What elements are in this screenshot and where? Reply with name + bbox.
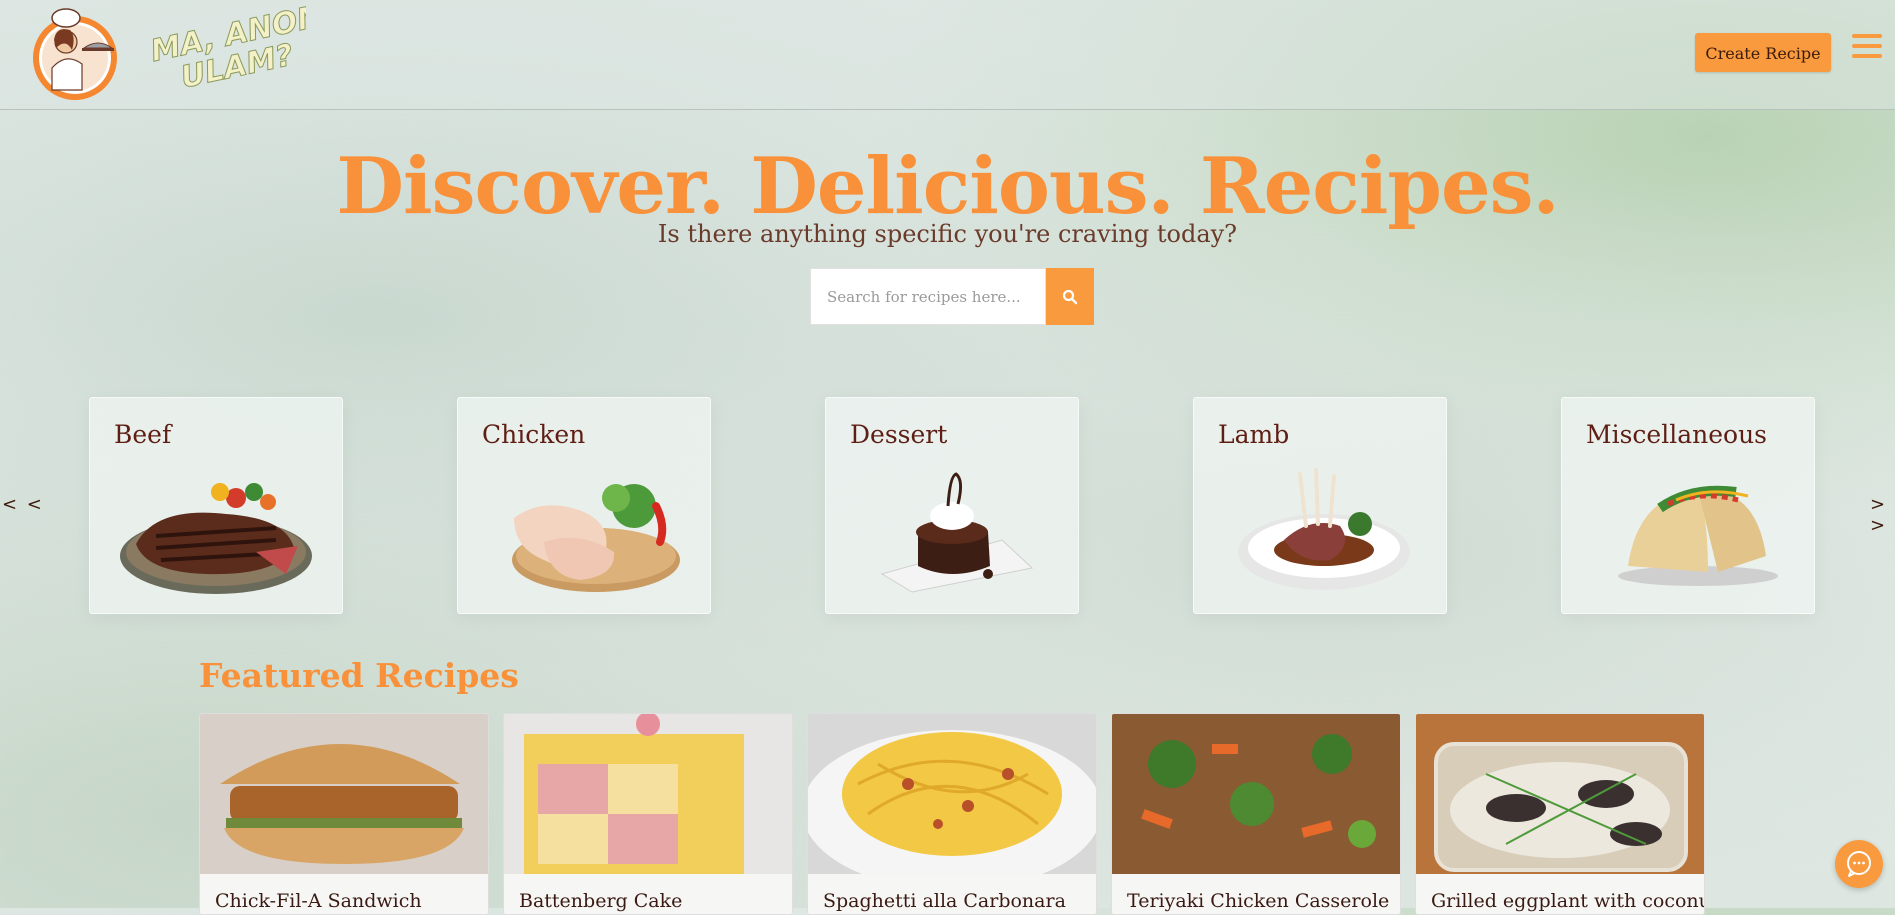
- top-header: MA, ANONG ULAM? Create Recipe: [0, 0, 1895, 110]
- carbonara-image: [808, 714, 1096, 874]
- hero-title: Discover. Delicious. Recipes.: [336, 141, 1559, 232]
- category-card-dessert[interactable]: Dessert: [825, 397, 1079, 614]
- search-button[interactable]: [1046, 268, 1094, 325]
- category-label: Chicken: [482, 420, 586, 449]
- hamburger-menu-icon[interactable]: [1852, 34, 1882, 64]
- chat-button[interactable]: [1835, 840, 1883, 888]
- category-card-lamb[interactable]: Lamb: [1193, 397, 1447, 614]
- featured-recipes-heading: Featured Recipes: [199, 656, 519, 695]
- category-card-beef[interactable]: Beef: [89, 397, 343, 614]
- recipe-search-input[interactable]: [810, 268, 1046, 325]
- category-label: Miscellaneous: [1586, 420, 1767, 449]
- carousel-prev-arrow[interactable]: < <: [2, 494, 44, 515]
- lamb-chops-icon: [1238, 468, 1410, 590]
- carousel-next-arrow[interactable]: > >: [1870, 494, 1895, 536]
- recipe-card[interactable]: Spaghetti alla Carbonara: [807, 713, 1097, 915]
- category-label: Beef: [114, 420, 172, 449]
- grilled-eggplant-image: [1416, 714, 1704, 874]
- category-label: Dessert: [850, 420, 948, 449]
- chef-logo-icon[interactable]: [26, 8, 124, 102]
- recipe-name: Battenberg Cake: [519, 890, 683, 912]
- recipe-card[interactable]: Chick-Fil-A Sandwich: [199, 713, 489, 915]
- steak-plate-icon: [120, 483, 312, 594]
- recipe-card[interactable]: Teriyaki Chicken Casserole: [1111, 713, 1401, 915]
- category-card-chicken[interactable]: Chicken: [457, 397, 711, 614]
- recipe-name: Spaghetti alla Carbonara: [823, 890, 1066, 912]
- recipe-name: Grilled eggplant with coconut: [1431, 890, 1705, 912]
- tacos-icon: [1618, 485, 1778, 586]
- chocolate-cake-icon: [880, 472, 1034, 593]
- battenberg-cake-image: [504, 714, 792, 874]
- chicken-sandwich-image: [200, 714, 488, 874]
- brand-wordmark[interactable]: MA, ANONG ULAM?: [146, 4, 306, 92]
- search-icon: [1062, 289, 1078, 304]
- create-recipe-button[interactable]: Create Recipe: [1695, 33, 1831, 72]
- category-card-miscellaneous[interactable]: Miscellaneous: [1561, 397, 1815, 614]
- raw-chicken-icon: [512, 484, 680, 592]
- category-label: Lamb: [1218, 420, 1290, 449]
- recipe-name: Chick-Fil-A Sandwich: [215, 890, 422, 912]
- recipe-name: Teriyaki Chicken Casserole: [1127, 890, 1390, 912]
- recipe-card[interactable]: Grilled eggplant with coconut: [1415, 713, 1705, 915]
- recipe-card[interactable]: Battenberg Cake: [503, 713, 793, 915]
- hero-subtitle: Is there anything specific you're cravin…: [657, 220, 1238, 248]
- teriyaki-casserole-image: [1112, 714, 1400, 874]
- chat-bubble-icon: [1847, 851, 1871, 877]
